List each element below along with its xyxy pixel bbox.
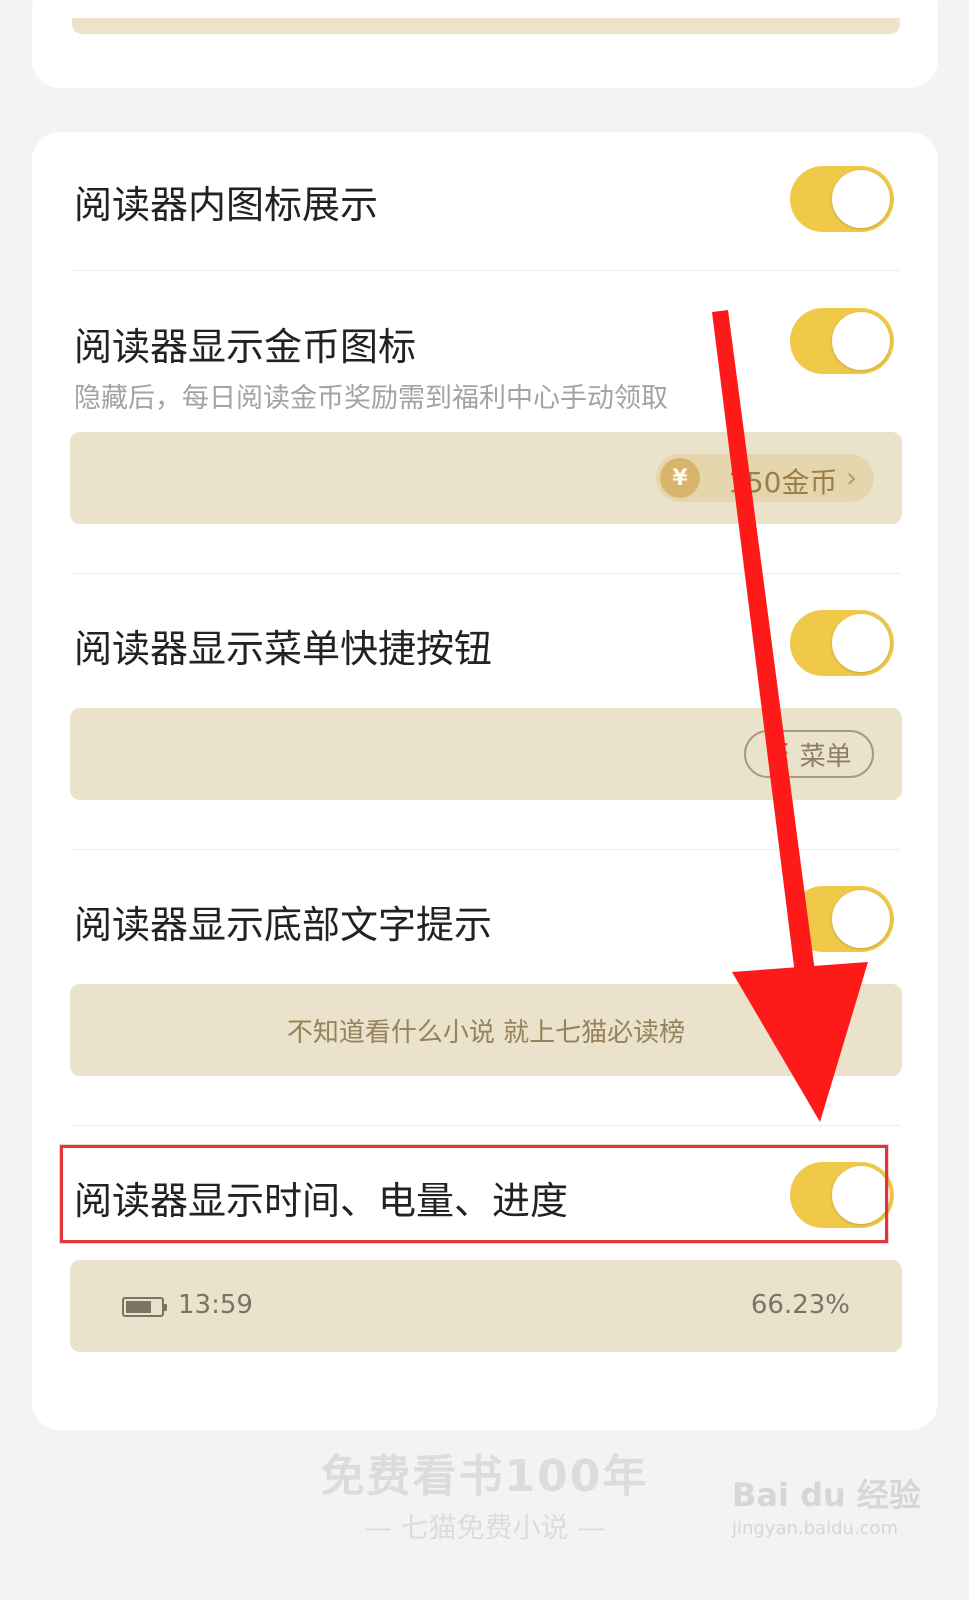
divider bbox=[72, 573, 900, 574]
previous-settings-card bbox=[32, 0, 938, 88]
watermark-url: jingyan.baidu.com bbox=[732, 1518, 899, 1539]
toggle-coin-icon[interactable] bbox=[790, 308, 894, 374]
battery-fill bbox=[126, 1301, 152, 1313]
status-info-preview: 13:59 66.23% bbox=[70, 1260, 902, 1352]
menu-pill: ☰ 菜单 bbox=[744, 730, 874, 778]
toggle-icon-display[interactable] bbox=[790, 166, 894, 232]
setting-subtitle-coin-icon: 隐藏后，每日阅读金币奖励需到福利中心手动领取 bbox=[74, 383, 668, 414]
coin-text: 150金币 bbox=[728, 466, 838, 499]
divider bbox=[72, 849, 900, 850]
menu-button-preview: ☰ 菜单 bbox=[70, 708, 902, 800]
baidu-watermark: Bai du 经验 jingyan.baidu.com bbox=[732, 1470, 921, 1539]
progress-text: 66.23% bbox=[750, 1290, 850, 1320]
setting-title-menu-button: 阅读器显示菜单快捷按钮 bbox=[74, 627, 493, 671]
time-text: 13:59 bbox=[178, 1290, 253, 1320]
menu-text: 菜单 bbox=[799, 741, 852, 772]
coin-icon: ¥ bbox=[660, 458, 700, 498]
setting-title-coin-icon: 阅读器显示金币图标 bbox=[74, 325, 417, 369]
setting-title-bottom-hint: 阅读器显示底部文字提示 bbox=[74, 903, 493, 947]
divider bbox=[72, 270, 900, 271]
chevron-right-icon: › bbox=[846, 461, 858, 494]
previous-preview-strip bbox=[72, 18, 900, 34]
toggle-knob bbox=[832, 170, 890, 228]
coin-icon-preview: ¥ 150金币 › bbox=[70, 432, 902, 524]
coin-pill: ¥ 150金币 › bbox=[656, 454, 874, 502]
toggle-knob bbox=[832, 890, 890, 948]
toggle-knob bbox=[832, 312, 890, 370]
hint-text: 不知道看什么小说 就上七猫必读榜 bbox=[286, 1017, 686, 1048]
menu-icon: ☰ bbox=[766, 739, 790, 769]
toggle-knob bbox=[832, 614, 890, 672]
divider bbox=[72, 1125, 900, 1126]
toggle-bottom-hint[interactable] bbox=[790, 886, 894, 952]
toggle-menu-button[interactable] bbox=[790, 610, 894, 676]
battery-icon bbox=[122, 1297, 167, 1317]
bottom-hint-preview: 不知道看什么小说 就上七猫必读榜 bbox=[70, 984, 902, 1076]
setting-title-icon-display: 阅读器内图标展示 bbox=[74, 183, 379, 227]
highlight-box bbox=[60, 1145, 888, 1243]
watermark-brand: Bai du 经验 bbox=[732, 1476, 921, 1514]
